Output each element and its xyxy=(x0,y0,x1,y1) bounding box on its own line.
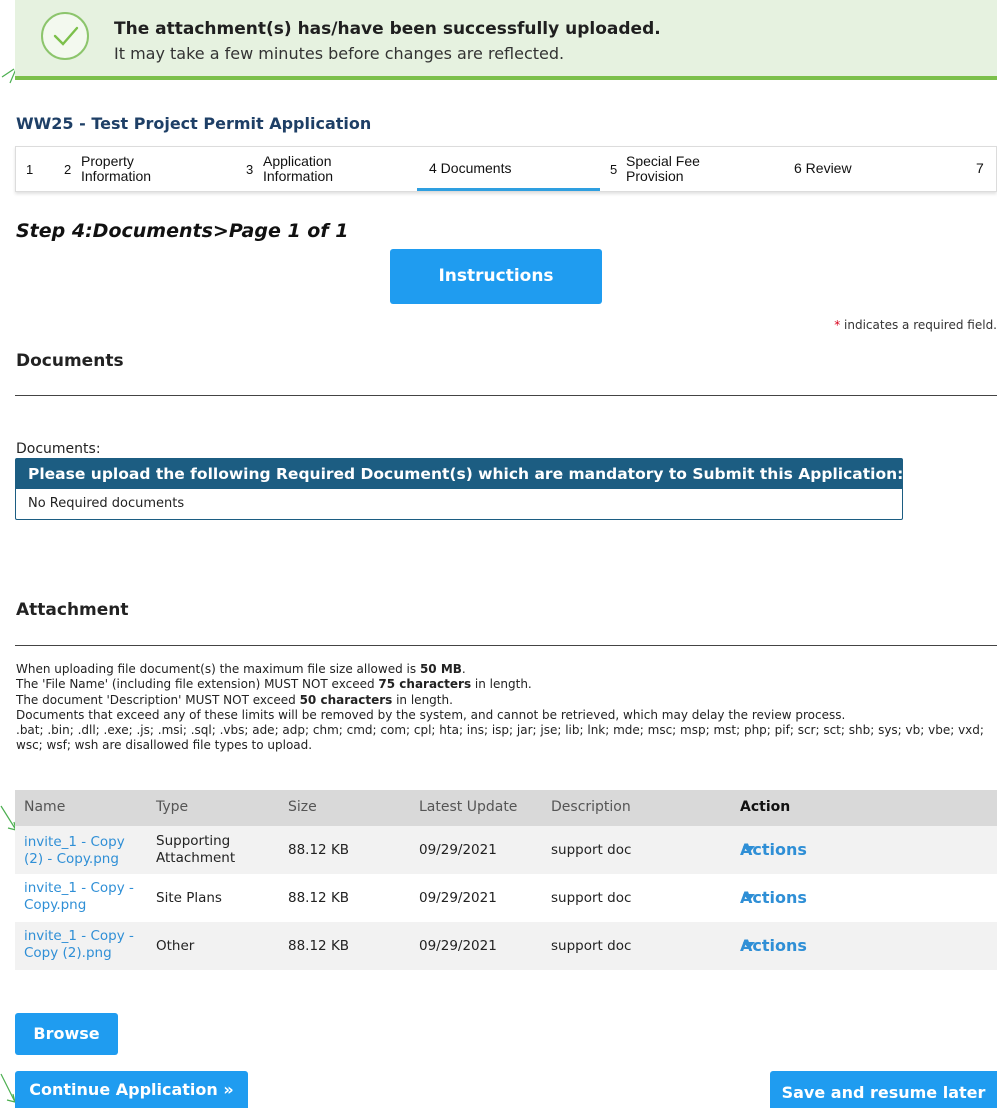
file-size: 88.12 KB xyxy=(288,938,350,954)
file-name-link[interactable]: invite_1 - Copy (2) - Copy.png xyxy=(24,834,144,867)
file-name-link[interactable]: invite_1 - Copy - Copy (2).png xyxy=(24,928,144,961)
file-size: 88.12 KB xyxy=(288,890,350,906)
step-3-number: 3 xyxy=(246,162,254,177)
attachment-section-title: Attachment xyxy=(16,600,129,620)
step-5-number: 5 xyxy=(610,162,618,177)
success-banner: The attachment(s) has/have been successf… xyxy=(15,0,997,80)
table-row: invite_1 - Copy - Copy.png Site Plans 88.… xyxy=(15,874,997,922)
file-type: Site Plans xyxy=(156,890,222,906)
file-date: 09/29/2021 xyxy=(419,842,497,858)
banner-title: The attachment(s) has/have been successf… xyxy=(114,19,661,39)
actions-dropdown[interactable]: Actions xyxy=(740,888,807,907)
upload-rules: When uploading file document(s) the maxi… xyxy=(16,662,991,754)
rule-disallowed-types: .bat; .bin; .dll; .exe; .js; .msi; .sql;… xyxy=(16,723,984,753)
col-name[interactable]: Name xyxy=(24,799,65,815)
continue-application-button[interactable]: Continue Application » xyxy=(15,1071,248,1108)
step-2-number: 2 xyxy=(64,162,72,177)
instructions-button[interactable]: Instructions xyxy=(390,249,602,304)
file-description: support doc xyxy=(551,890,632,906)
file-date: 09/29/2021 xyxy=(419,890,497,906)
file-size: 88.12 KB xyxy=(288,842,350,858)
col-type[interactable]: Type xyxy=(156,799,188,815)
file-date: 09/29/2021 xyxy=(419,938,497,954)
step-progress-bar: 1 2 Property Information 3 Application Inf… xyxy=(15,146,997,192)
file-description: support doc xyxy=(551,842,632,858)
table-row: invite_1 - Copy (2) - Copy.png Supporting… xyxy=(15,826,997,874)
browse-button[interactable]: Browse xyxy=(15,1013,118,1055)
file-type: Other xyxy=(156,938,195,954)
step-7-label: 7 xyxy=(976,160,984,176)
documents-divider xyxy=(15,395,997,396)
step-5-label: Special Fee Provision xyxy=(626,153,700,184)
step-5-special-fee-provision[interactable]: 5 Special Fee Provision xyxy=(600,147,780,191)
col-latest-update[interactable]: Latest Update xyxy=(419,799,517,815)
step-1-number: 1 xyxy=(26,162,34,177)
required-field-note: * indicates a required field. xyxy=(834,318,997,332)
page-title: WW25 - Test Project Permit Application xyxy=(16,114,372,133)
required-documents-box: Please upload the following Required Doc… xyxy=(15,458,903,520)
rule-limits: Documents that exceed any of these limit… xyxy=(16,707,846,722)
banner-subtitle: It may take a few minutes before changes… xyxy=(114,44,565,63)
col-description[interactable]: Description xyxy=(551,799,631,815)
step-2-label: Property Information xyxy=(81,153,152,184)
rule-file-name: The 'File Name' (including file extensio… xyxy=(16,677,532,692)
attachment-divider xyxy=(15,645,997,646)
table-row: invite_1 - Copy - Copy (2).png Other 88.1… xyxy=(15,922,997,970)
table-header: Name Type Size Latest Update Description… xyxy=(15,790,997,826)
col-action: Action xyxy=(740,799,791,815)
required-documents-header: Please upload the following Required Doc… xyxy=(16,459,903,489)
file-description: support doc xyxy=(551,938,632,954)
col-size[interactable]: Size xyxy=(288,799,317,815)
step-6-label: 6 Review xyxy=(794,160,852,176)
step-1[interactable]: 1 xyxy=(16,147,56,191)
documents-label: Documents: xyxy=(16,441,101,457)
file-name-link[interactable]: invite_1 - Copy - Copy.png xyxy=(24,880,144,913)
check-circle-icon xyxy=(41,12,89,60)
step-heading: Step 4:Documents>Page 1 of 1 xyxy=(16,220,349,242)
step-3-label: Application Information xyxy=(263,153,334,184)
rule-max-size: When uploading file document(s) the maxi… xyxy=(16,662,466,676)
required-documents-body: No Required documents xyxy=(28,496,185,511)
step-7[interactable]: 7 xyxy=(960,147,996,191)
step-6-review[interactable]: 6 Review xyxy=(780,147,960,191)
save-and-resume-later-button[interactable]: Save and resume later xyxy=(770,1071,997,1108)
step-4-documents[interactable]: 4 Documents xyxy=(417,147,600,191)
step-3-application-information[interactable]: 3 Application Information xyxy=(234,147,417,191)
documents-section-title: Documents xyxy=(16,351,124,371)
actions-dropdown[interactable]: Actions xyxy=(740,936,807,955)
step-2-property-information[interactable]: 2 Property Information xyxy=(56,147,234,191)
actions-dropdown[interactable]: Actions xyxy=(740,840,807,859)
rule-description: The document 'Description' MUST NOT exce… xyxy=(16,692,453,707)
step-4-label: 4 Documents xyxy=(429,160,512,176)
